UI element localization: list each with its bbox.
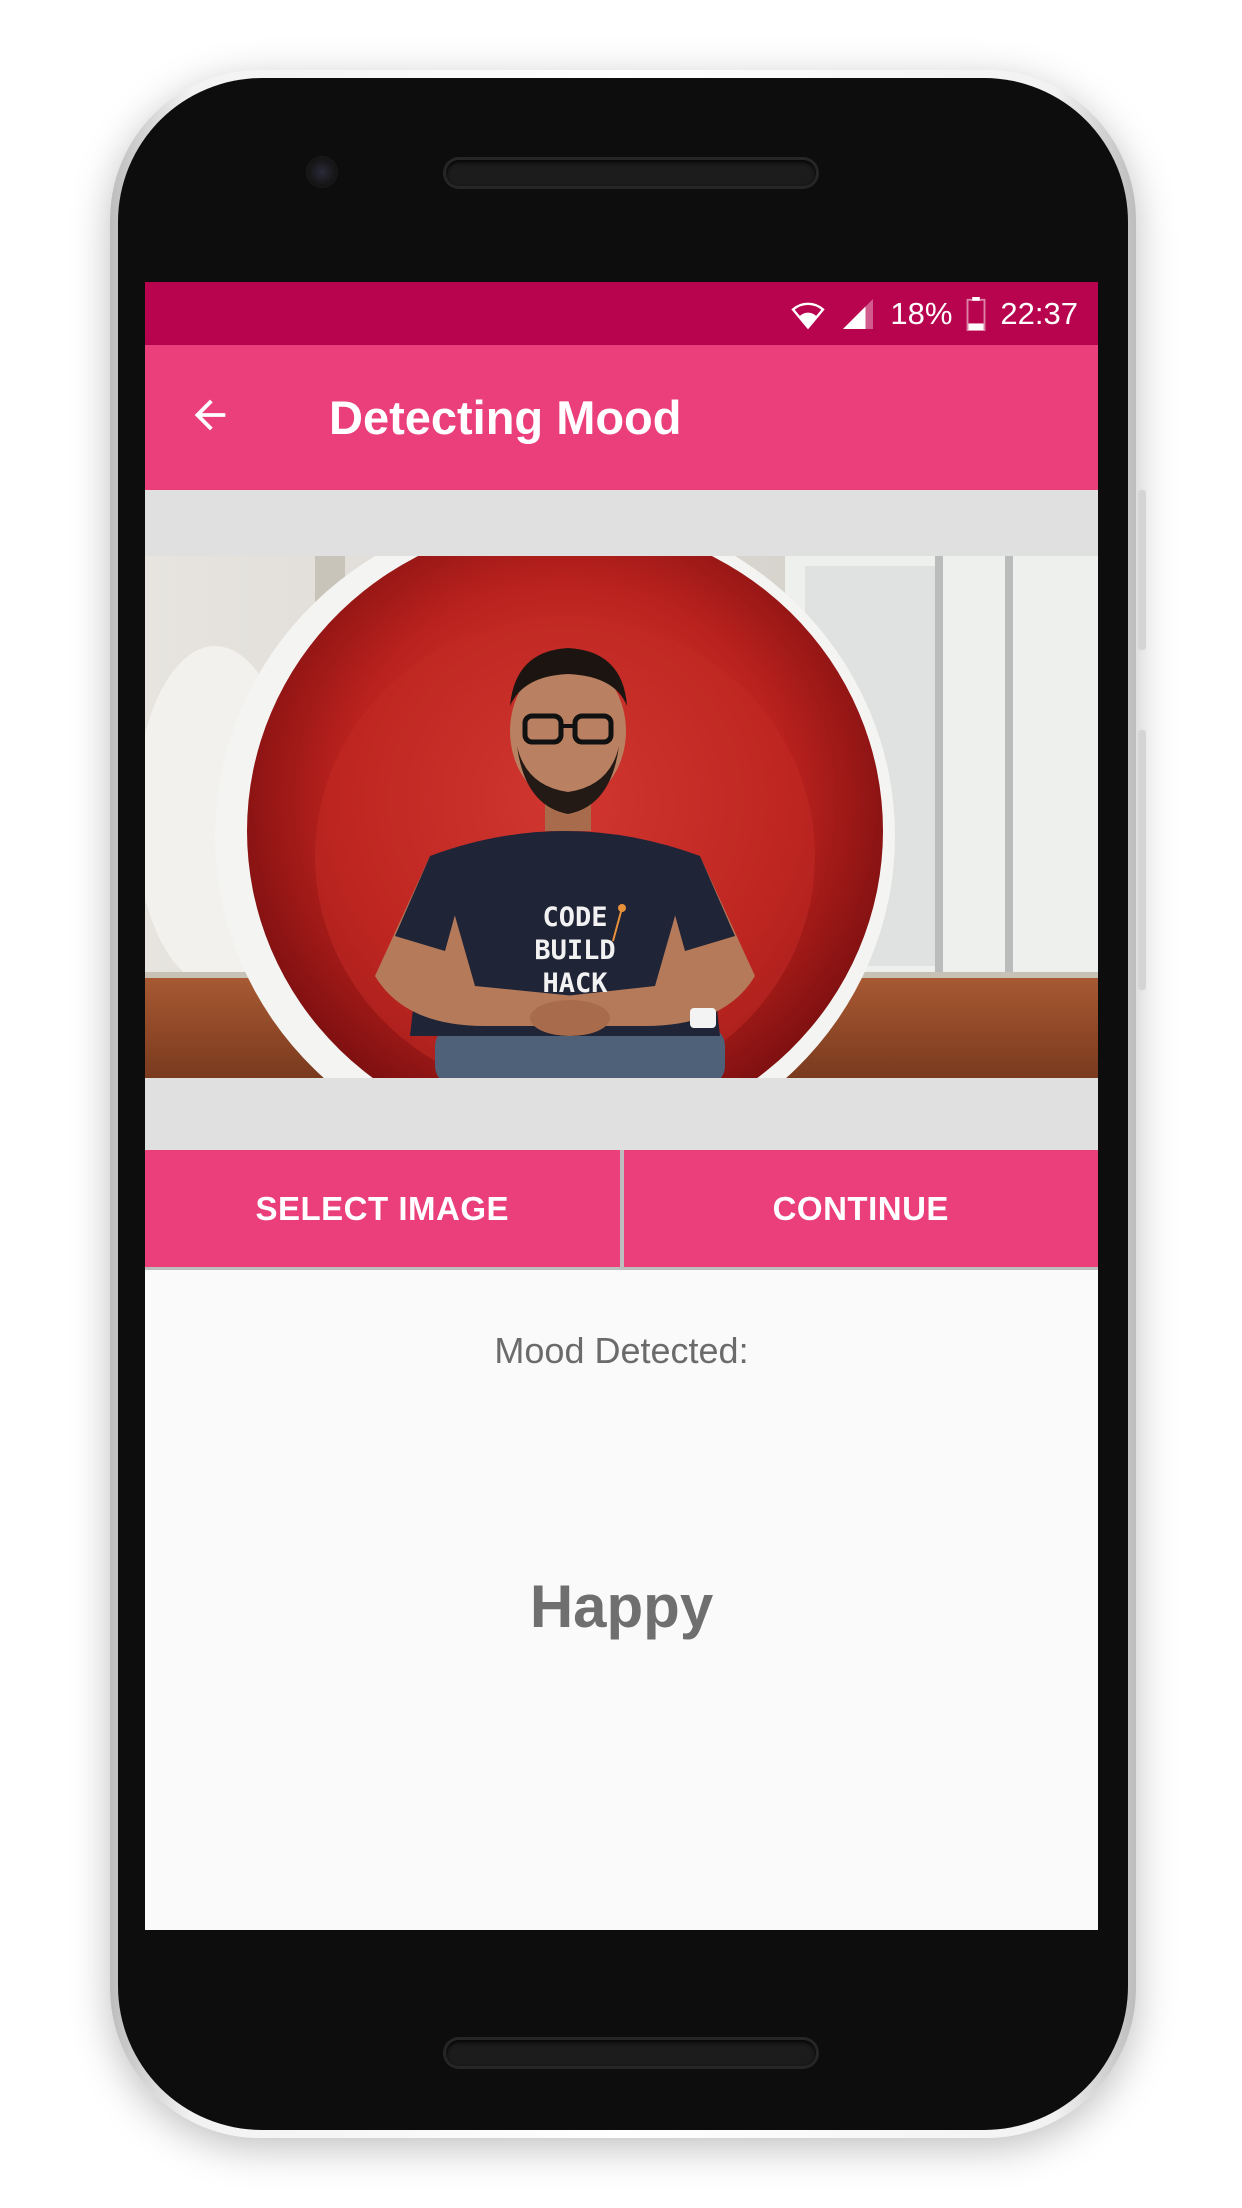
image-preview-area: CODE BUILD HACK (145, 490, 1098, 1150)
mood-detected-label: Mood Detected: (494, 1330, 749, 1371)
shirt-text-3: HACK (542, 968, 608, 999)
back-button[interactable] (187, 373, 277, 463)
app-screen: 18% 22:37 Detecting Mood CODE BUILD HACK… (145, 282, 1098, 1930)
battery-icon (966, 296, 986, 331)
front-camera (306, 156, 338, 188)
app-toolbar: Detecting Mood (145, 345, 1098, 490)
shirt-text-2: BUILD (534, 935, 615, 966)
mood-value: Happy (529, 1573, 714, 1640)
select-image-button[interactable]: SELECT IMAGE (145, 1150, 620, 1270)
page-title: Detecting Mood (329, 391, 682, 444)
battery-percent: 18% (890, 295, 953, 331)
action-buttons: SELECT IMAGE CONTINUE (145, 1150, 1098, 1270)
top-speaker (446, 160, 816, 186)
arrow-left-icon (187, 392, 233, 443)
selected-photo[interactable]: CODE BUILD HACK (145, 556, 1098, 1078)
wifi-icon (790, 296, 826, 332)
clock: 22:37 (1000, 295, 1078, 331)
power-button (1138, 730, 1146, 990)
volume-button (1138, 490, 1146, 650)
status-bar: 18% 22:37 (145, 282, 1098, 345)
signal-icon (840, 296, 876, 332)
continue-button[interactable]: CONTINUE (623, 1150, 1098, 1270)
shirt-text-1: CODE (542, 902, 607, 933)
bottom-speaker (446, 2040, 816, 2066)
